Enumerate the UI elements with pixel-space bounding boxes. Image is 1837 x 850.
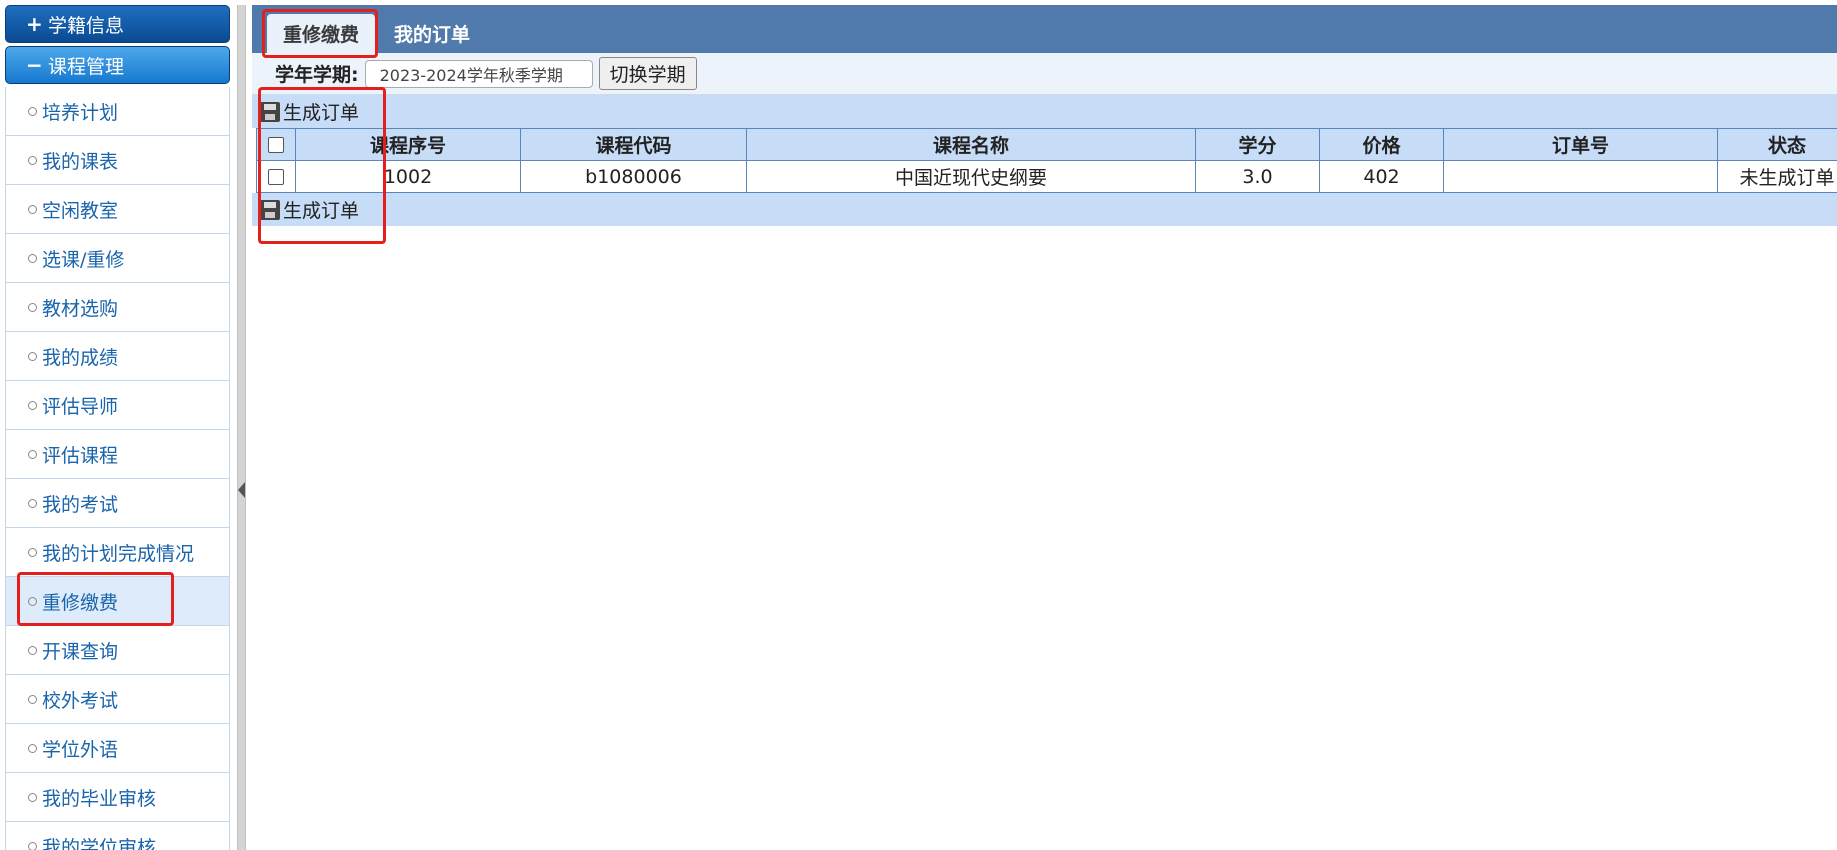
table-row: 1002 b1080006 中国近现代史纲要 3.0 402 未生成订单 [256, 160, 1837, 193]
generate-order-label: 生成订单 [283, 200, 360, 222]
bullet-icon [28, 547, 37, 557]
sidebar-item-degree-audit[interactable]: 我的学位审核 [6, 822, 229, 850]
column-header: 课程名称 [746, 128, 1196, 161]
select-all-cell [256, 128, 296, 161]
bullet-icon [28, 645, 37, 655]
sidebar-item-label: 教材选购 [42, 297, 119, 320]
sidebar-item-label: 我的计划完成情况 [42, 542, 195, 565]
generate-order-button-top[interactable]: 生成订单 [252, 95, 1837, 128]
bullet-icon [28, 351, 37, 361]
bullet-icon [28, 302, 37, 312]
sidebar-item-free-classroom[interactable]: 空闲教室 [6, 185, 229, 234]
row-checkbox[interactable] [268, 169, 284, 185]
sidebar-item-course-query[interactable]: 开课查询 [6, 626, 229, 675]
section-label: 课程管理 [48, 55, 125, 78]
sidebar-item-label: 空闲教室 [42, 199, 119, 222]
column-header: 价格 [1319, 128, 1444, 161]
plus-icon: + [26, 12, 43, 36]
section-course-management[interactable]: − 课程管理 [5, 46, 230, 84]
sidebar-item-external-exam[interactable]: 校外考试 [6, 675, 229, 724]
sidebar-item-label: 我的考试 [42, 493, 119, 516]
bullet-icon [28, 596, 37, 606]
term-select[interactable]: 2023-2024学年秋季学期 [364, 59, 593, 88]
cell-credit: 3.0 [1195, 160, 1320, 193]
sidebar-item-label: 重修缴费 [42, 591, 119, 614]
sidebar-item-textbook[interactable]: 教材选购 [6, 283, 229, 332]
sidebar-item-label: 我的成绩 [42, 346, 119, 369]
tab-bar: 重修缴费 我的订单 [252, 5, 1837, 53]
bullet-icon [28, 253, 37, 263]
term-label: 学年学期: [275, 64, 359, 86]
table-header-row: 课程序号 课程代码 课程名称 学分 价格 订单号 状态 [256, 128, 1837, 161]
select-all-checkbox[interactable] [268, 137, 284, 153]
generate-order-button-bottom[interactable]: 生成订单 [252, 193, 1837, 226]
sidebar-item-evaluate-advisor[interactable]: 评估导师 [6, 381, 229, 430]
bullet-icon [28, 400, 37, 410]
sidebar-item-label: 培养计划 [42, 101, 119, 124]
cell-order-no [1443, 160, 1718, 193]
bullet-icon [28, 694, 37, 704]
tab-my-orders[interactable]: 我的订单 [378, 14, 486, 53]
sidebar-item-label: 我的学位审核 [42, 836, 157, 850]
section-label: 学籍信息 [48, 14, 125, 37]
column-header: 订单号 [1443, 128, 1718, 161]
save-icon [260, 199, 280, 220]
sidebar-item-degree-language[interactable]: 学位外语 [6, 724, 229, 773]
sidebar-item-label: 我的毕业审核 [42, 787, 157, 810]
sidebar-item-label: 我的课表 [42, 150, 119, 173]
main-panel: 重修缴费 我的订单 学年学期: 2023-2024学年秋季学期 切换学期 生成订… [252, 5, 1837, 850]
sidebar-item-retake-payment[interactable]: 重修缴费 [6, 577, 229, 626]
column-header: 学分 [1195, 128, 1320, 161]
cell-status: 未生成订单 [1717, 160, 1837, 193]
sidebar-item-my-grades[interactable]: 我的成绩 [6, 332, 229, 381]
sidebar-item-my-schedule[interactable]: 我的课表 [6, 136, 229, 185]
retake-course-table: 课程序号 课程代码 课程名称 学分 价格 订单号 状态 1002 b108000… [256, 128, 1837, 193]
bullet-icon [28, 498, 37, 508]
course-menu: 培养计划 我的课表 空闲教室 选课/重修 教材选购 我的成绩 评估导师 评估课程… [5, 87, 230, 850]
sidebar-item-label: 评估导师 [42, 395, 119, 418]
panel-splitter[interactable] [237, 5, 246, 850]
cell-seq: 1002 [295, 160, 521, 193]
bullet-icon [28, 743, 37, 753]
generate-order-label: 生成订单 [283, 102, 360, 124]
sidebar-item-training-plan[interactable]: 培养计划 [6, 87, 229, 136]
sidebar-item-label: 开课查询 [42, 640, 119, 663]
minus-icon: − [26, 53, 43, 77]
sidebar-item-course-selection[interactable]: 选课/重修 [6, 234, 229, 283]
bullet-icon [28, 841, 37, 850]
sidebar-item-label: 评估课程 [42, 444, 119, 467]
sidebar-item-graduation-audit[interactable]: 我的毕业审核 [6, 773, 229, 822]
bullet-icon [28, 204, 37, 214]
sidebar-item-label: 学位外语 [42, 738, 119, 761]
sidebar-item-label: 校外考试 [42, 689, 119, 712]
collapse-left-icon[interactable] [238, 482, 245, 498]
row-select-cell [256, 160, 296, 193]
bullet-icon [28, 792, 37, 802]
column-header: 状态 [1717, 128, 1837, 161]
bullet-icon [28, 155, 37, 165]
switch-term-button[interactable]: 切换学期 [598, 57, 697, 90]
sidebar: + 学籍信息 − 课程管理 培养计划 我的课表 空闲教室 选课/重修 教材选购 … [5, 5, 230, 850]
cell-name: 中国近现代史纲要 [746, 160, 1196, 193]
cell-price: 402 [1319, 160, 1444, 193]
cell-code: b1080006 [520, 160, 747, 193]
tab-retake-payment[interactable]: 重修缴费 [267, 14, 376, 53]
section-student-status[interactable]: + 学籍信息 [5, 5, 230, 43]
column-header: 课程序号 [295, 128, 521, 161]
term-bar: 学年学期: 2023-2024学年秋季学期 切换学期 [252, 53, 1837, 95]
sidebar-item-my-exams[interactable]: 我的考试 [6, 479, 229, 528]
bullet-icon [28, 449, 37, 459]
save-icon [260, 101, 280, 122]
sidebar-item-evaluate-course[interactable]: 评估课程 [6, 430, 229, 479]
sidebar-item-label: 选课/重修 [42, 248, 125, 271]
bullet-icon [28, 106, 37, 116]
sidebar-item-plan-completion[interactable]: 我的计划完成情况 [6, 528, 229, 577]
column-header: 课程代码 [520, 128, 747, 161]
